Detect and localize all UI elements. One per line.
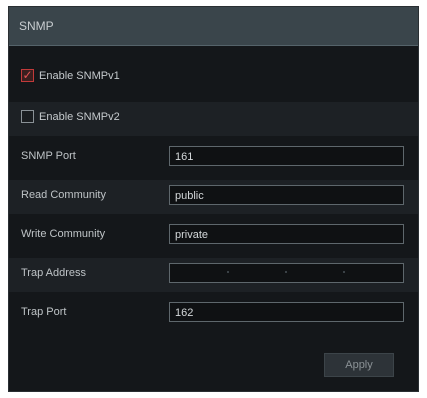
- panel-title: SNMP: [19, 19, 54, 33]
- snmp-port-input[interactable]: 161: [169, 146, 404, 166]
- trap-port-label: Trap Port: [21, 306, 67, 318]
- snmp-panel: SNMP ✓ Enable SNMPv1 Enable SNMPv2 SNMP …: [8, 6, 419, 392]
- checkmark-icon: ✓: [22, 68, 33, 82]
- snmpv2-row: Enable SNMPv2: [9, 102, 418, 136]
- snmpv1-checkbox[interactable]: ✓: [21, 68, 34, 82]
- ip-separator: [285, 271, 287, 273]
- trap-address-row: Trap Address: [9, 258, 418, 292]
- write-community-input[interactable]: private: [169, 224, 404, 244]
- trap-port-row: Trap Port 162: [9, 297, 418, 331]
- write-community-row: Write Community private: [9, 219, 418, 253]
- ip-separator: [227, 271, 229, 273]
- snmpv1-label[interactable]: Enable SNMPv1: [39, 70, 120, 82]
- apply-button[interactable]: Apply: [324, 353, 394, 377]
- trap-address-input[interactable]: [169, 263, 404, 283]
- ip-separator: [343, 271, 345, 273]
- trap-address-label: Trap Address: [21, 267, 87, 279]
- read-community-label: Read Community: [21, 189, 106, 201]
- trap-port-input[interactable]: 162: [169, 302, 404, 322]
- write-community-label: Write Community: [21, 228, 106, 240]
- read-community-row: Read Community public: [9, 180, 418, 214]
- read-community-input[interactable]: public: [169, 185, 404, 205]
- snmpv2-label[interactable]: Enable SNMPv2: [39, 111, 120, 123]
- panel-header: SNMP: [9, 7, 418, 46]
- snmpv1-row: ✓ Enable SNMPv1: [9, 61, 418, 95]
- snmpv2-checkbox[interactable]: [21, 110, 34, 123]
- snmp-port-label: SNMP Port: [21, 150, 76, 162]
- snmp-port-row: SNMP Port 161: [9, 141, 418, 175]
